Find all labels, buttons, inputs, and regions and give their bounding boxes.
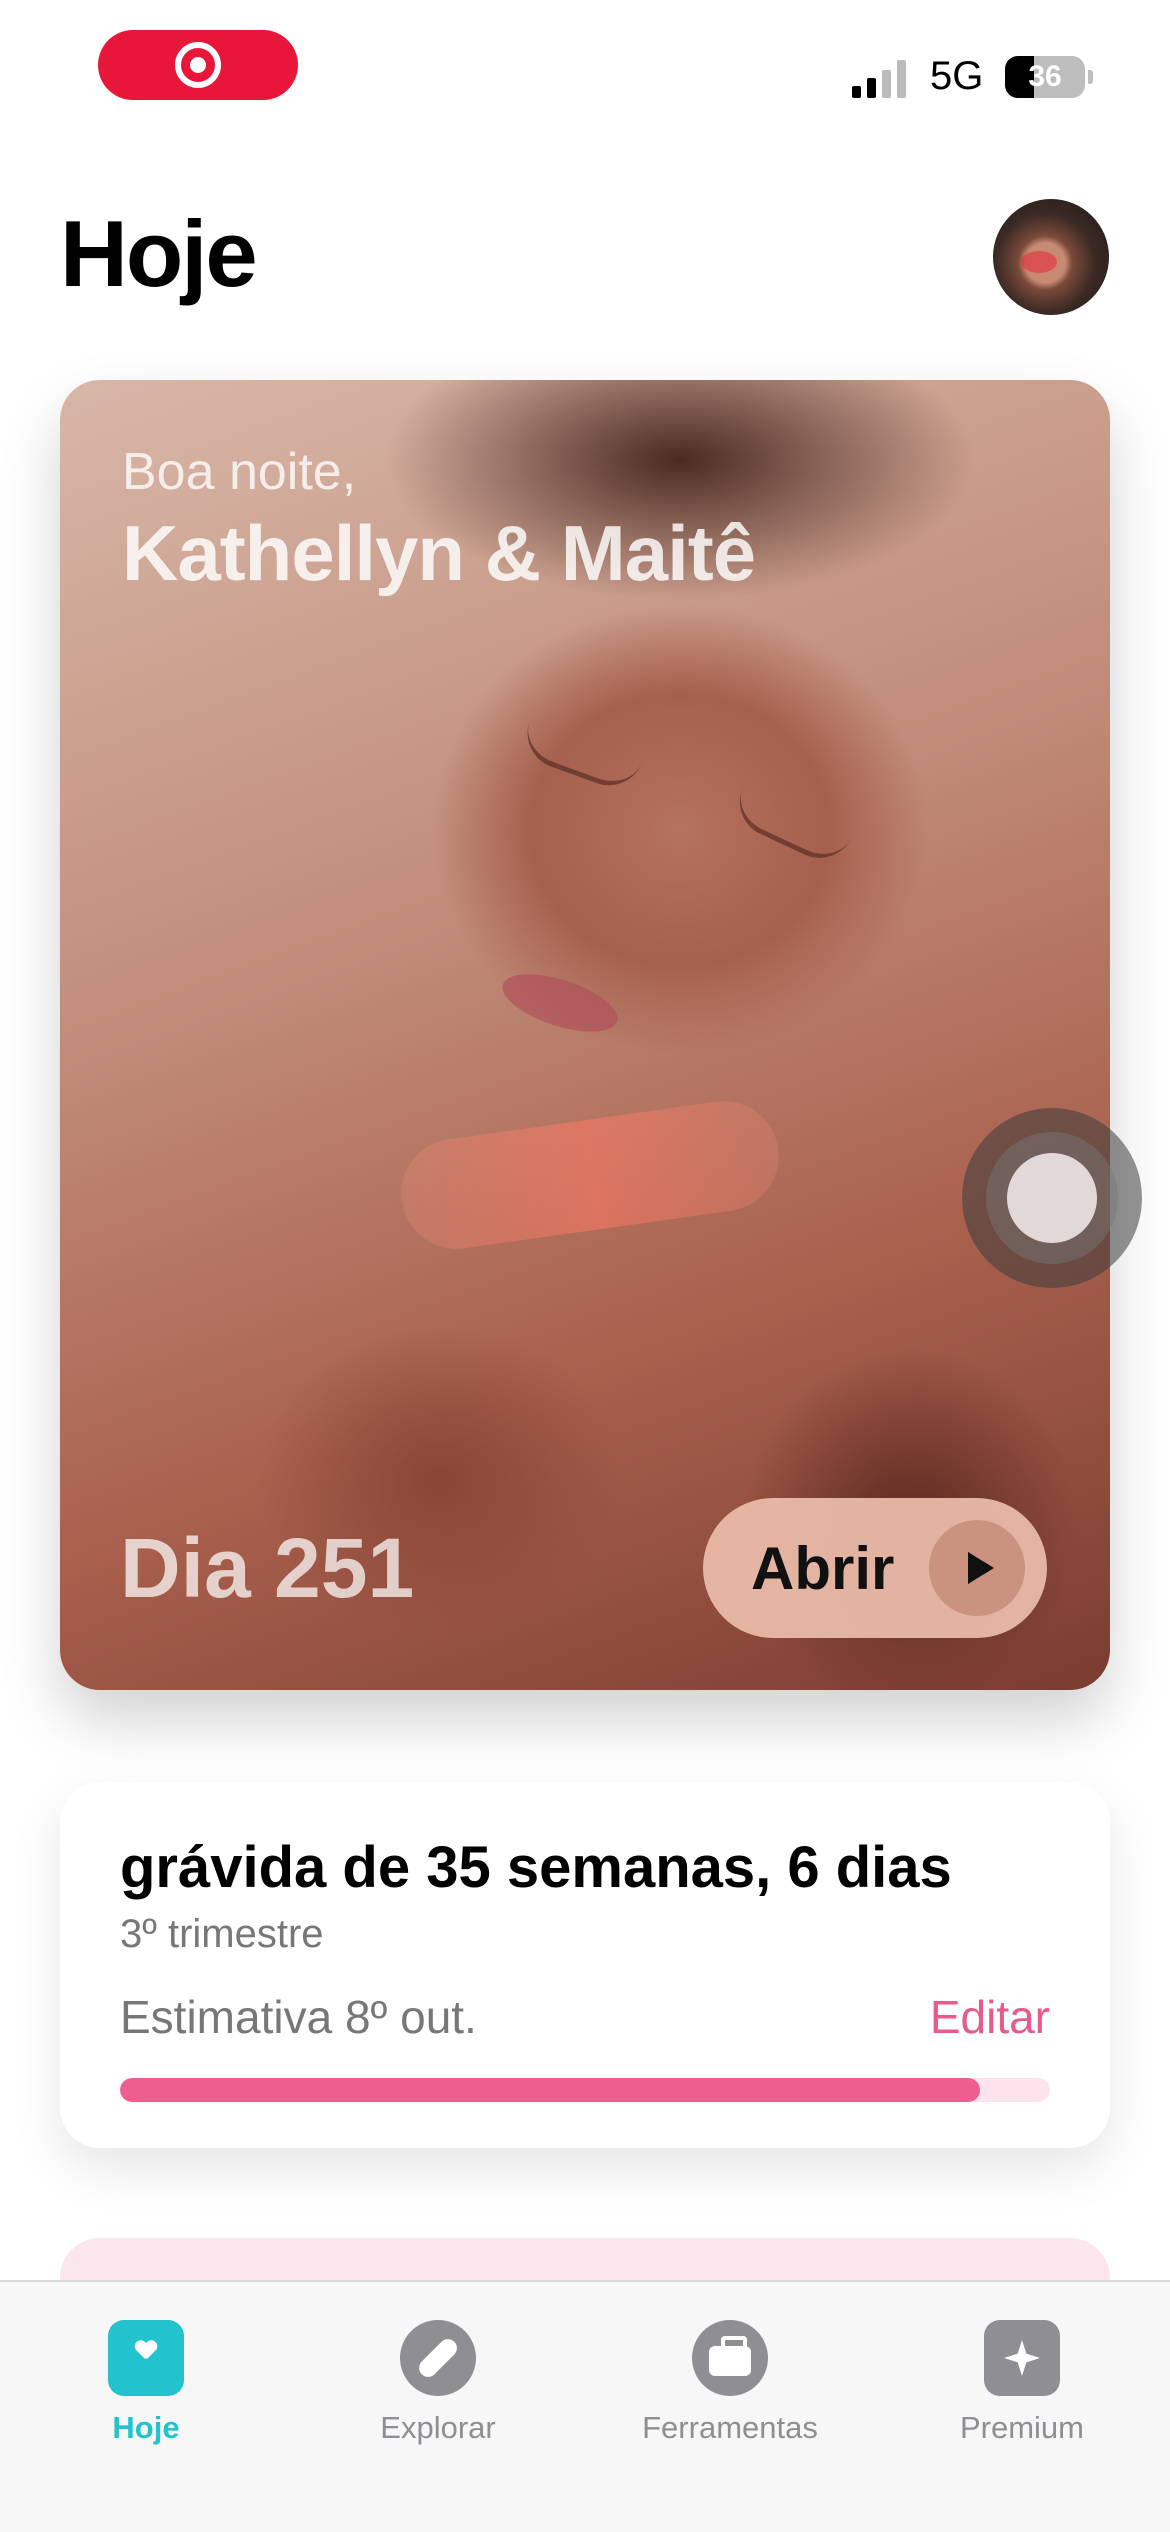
pregnancy-progress-card[interactable]: grávida de 35 semanas, 6 dias 3º trimest… — [60, 1782, 1110, 2148]
briefcase-icon — [692, 2320, 768, 2396]
battery-percent: 36 — [1028, 60, 1062, 93]
baby-image-hands — [394, 1094, 786, 1256]
tab-premium[interactable]: Premium — [876, 2302, 1168, 2472]
compass-icon — [400, 2320, 476, 2396]
trimester-label: 3º trimestre — [120, 1912, 324, 1956]
pregnancy-progress-fill — [120, 2078, 981, 2102]
play-icon — [929, 1520, 1025, 1616]
baby-development-card[interactable]: Boa noite, Kathellyn & Maitê Dia 251 Abr… — [60, 380, 1110, 1690]
tab-label: Hoje — [112, 2410, 180, 2445]
record-icon — [175, 42, 221, 88]
due-date-estimate: Estimativa 8º out. — [120, 1991, 477, 2043]
assistive-touch-button[interactable] — [962, 1108, 1142, 1288]
pregnancy-progress-bar — [120, 2078, 1050, 2102]
tab-hoje[interactable]: Hoje — [0, 2302, 292, 2472]
journal-heart-icon — [108, 2320, 184, 2396]
battery-icon: 36 — [1005, 56, 1085, 98]
baby-image-detail — [495, 962, 625, 1044]
greeting: Boa noite, — [122, 443, 357, 501]
tab-bar: Hoje Explorar Ferramentas Premium — [0, 2280, 1170, 2532]
day-counter: Dia 251 — [120, 1521, 415, 1615]
battery-cap — [1088, 70, 1093, 84]
tab-label: Explorar — [380, 2410, 496, 2445]
cellular-signal-icon — [852, 58, 906, 98]
tab-ferramentas[interactable]: Ferramentas — [584, 2302, 876, 2472]
edit-due-date-link[interactable]: Editar — [930, 1990, 1050, 2044]
tab-label: Premium — [959, 2410, 1084, 2445]
tab-label: Ferramentas — [642, 2410, 818, 2445]
tab-explorar[interactable]: Explorar — [292, 2302, 584, 2472]
user-names: Kathellyn & Maitê — [122, 509, 756, 597]
status-bar: 5G 36 — [0, 0, 1170, 140]
open-button[interactable]: Abrir — [703, 1498, 1047, 1638]
profile-avatar[interactable] — [993, 199, 1109, 315]
network-type: 5G — [930, 54, 984, 98]
screen-recording-indicator[interactable] — [98, 30, 298, 100]
pregnancy-week-title: grávida de 35 semanas, 6 dias — [120, 1835, 952, 1900]
open-button-label: Abrir — [751, 1534, 895, 1602]
page-title: Hoje — [60, 201, 258, 306]
sparkle-icon — [984, 2320, 1060, 2396]
baby-image — [480, 680, 900, 880]
